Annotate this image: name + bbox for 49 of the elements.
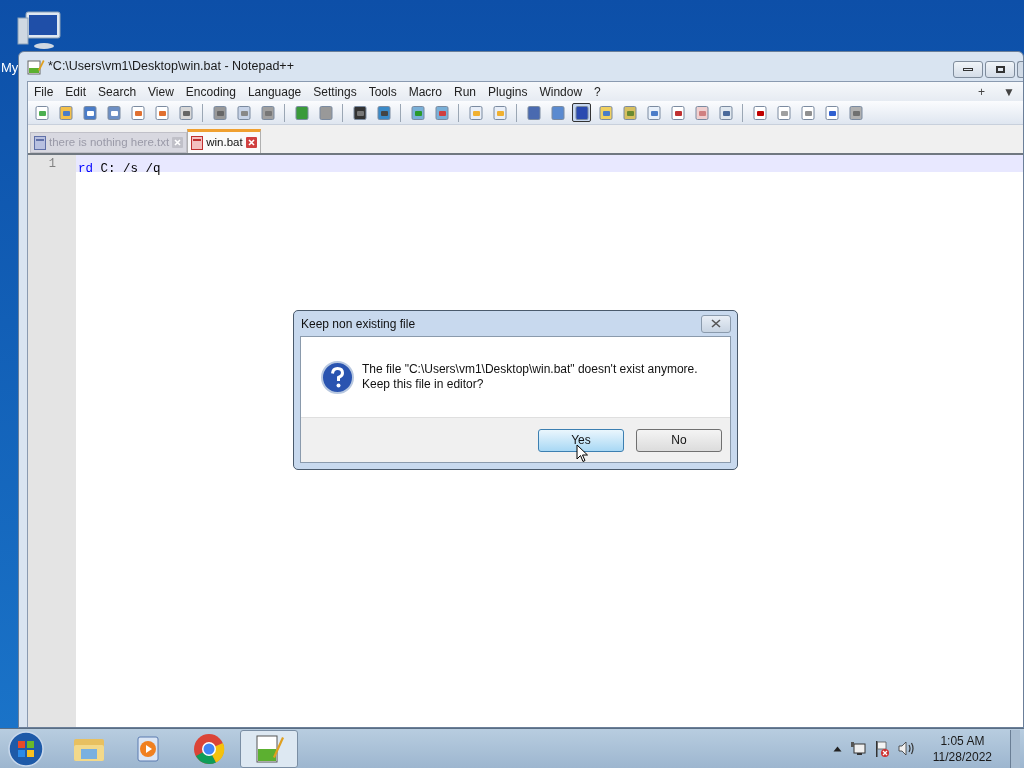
network-icon[interactable]: [849, 741, 866, 756]
menu-item[interactable]: Search: [92, 82, 143, 101]
menu-item[interactable]: Window: [533, 82, 589, 101]
minimize-button[interactable]: [953, 61, 983, 78]
question-icon: [321, 360, 354, 394]
computer-icon[interactable]: [16, 10, 62, 52]
menu-item[interactable]: Language: [241, 82, 308, 101]
menu-item[interactable]: File: [28, 82, 60, 101]
maximize-button[interactable]: [985, 61, 1015, 78]
file-tab[interactable]: win.bat: [187, 129, 261, 153]
close-button[interactable]: [1017, 61, 1023, 78]
browser-icon: [193, 732, 225, 765]
notepad-icon: [253, 732, 285, 765]
menu-item[interactable]: Run: [448, 82, 483, 101]
dialog-message: The file "C:\Users\vm1\Desktop\win.bat" doesn't exist anymore.: [362, 362, 698, 377]
mouse-cursor-icon: [576, 444, 589, 463]
start-button[interactable]: [6, 730, 46, 767]
dialog-title: Keep non existing file: [301, 315, 416, 333]
menu-item[interactable]: ▼: [1003, 82, 1015, 101]
volume-icon[interactable]: [897, 741, 915, 756]
notepad-icon: [27, 58, 45, 75]
menu-item[interactable]: +: [978, 82, 986, 101]
show-hidden-icons-icon[interactable]: [832, 745, 842, 752]
flag-icon[interactable]: [873, 739, 890, 758]
dialog-button[interactable]: No: [636, 428, 722, 452]
menu-item[interactable]: Encoding: [179, 82, 242, 101]
menu-item[interactable]: Macro: [402, 82, 448, 101]
close-button[interactable]: [701, 314, 731, 333]
line-number: 1: [47, 156, 57, 172]
show-desktop-button[interactable]: [1010, 729, 1020, 768]
desktop-icon-label: My: [1, 59, 19, 77]
menu-item[interactable]: ?: [588, 82, 607, 101]
document-icon: [34, 135, 46, 150]
dialog-button[interactable]: Yes: [538, 428, 624, 452]
menu-item[interactable]: Settings: [307, 82, 363, 101]
dialog-question: Keep this file in editor?: [362, 377, 485, 392]
clock-time[interactable]: 1:05 AM: [940, 732, 985, 749]
tab-label: win.bat: [206, 134, 243, 150]
clock-date[interactable]: 11/28/2022: [932, 748, 992, 765]
menu-item[interactable]: Edit: [59, 82, 93, 101]
menu-item[interactable]: Plugins: [482, 82, 534, 101]
window-title: *C:\Users\vm1\Desktop\win.bat - Notepad++: [48, 58, 294, 76]
windows-logo-icon: [8, 730, 44, 767]
menu-item[interactable]: Tools: [362, 82, 403, 101]
taskbar-button[interactable]: [240, 729, 298, 768]
code-line: rd C: /s /q: [77, 162, 161, 176]
menu-item[interactable]: View: [142, 82, 180, 101]
media-player-icon: [136, 734, 162, 763]
document-icon: [191, 135, 204, 150]
